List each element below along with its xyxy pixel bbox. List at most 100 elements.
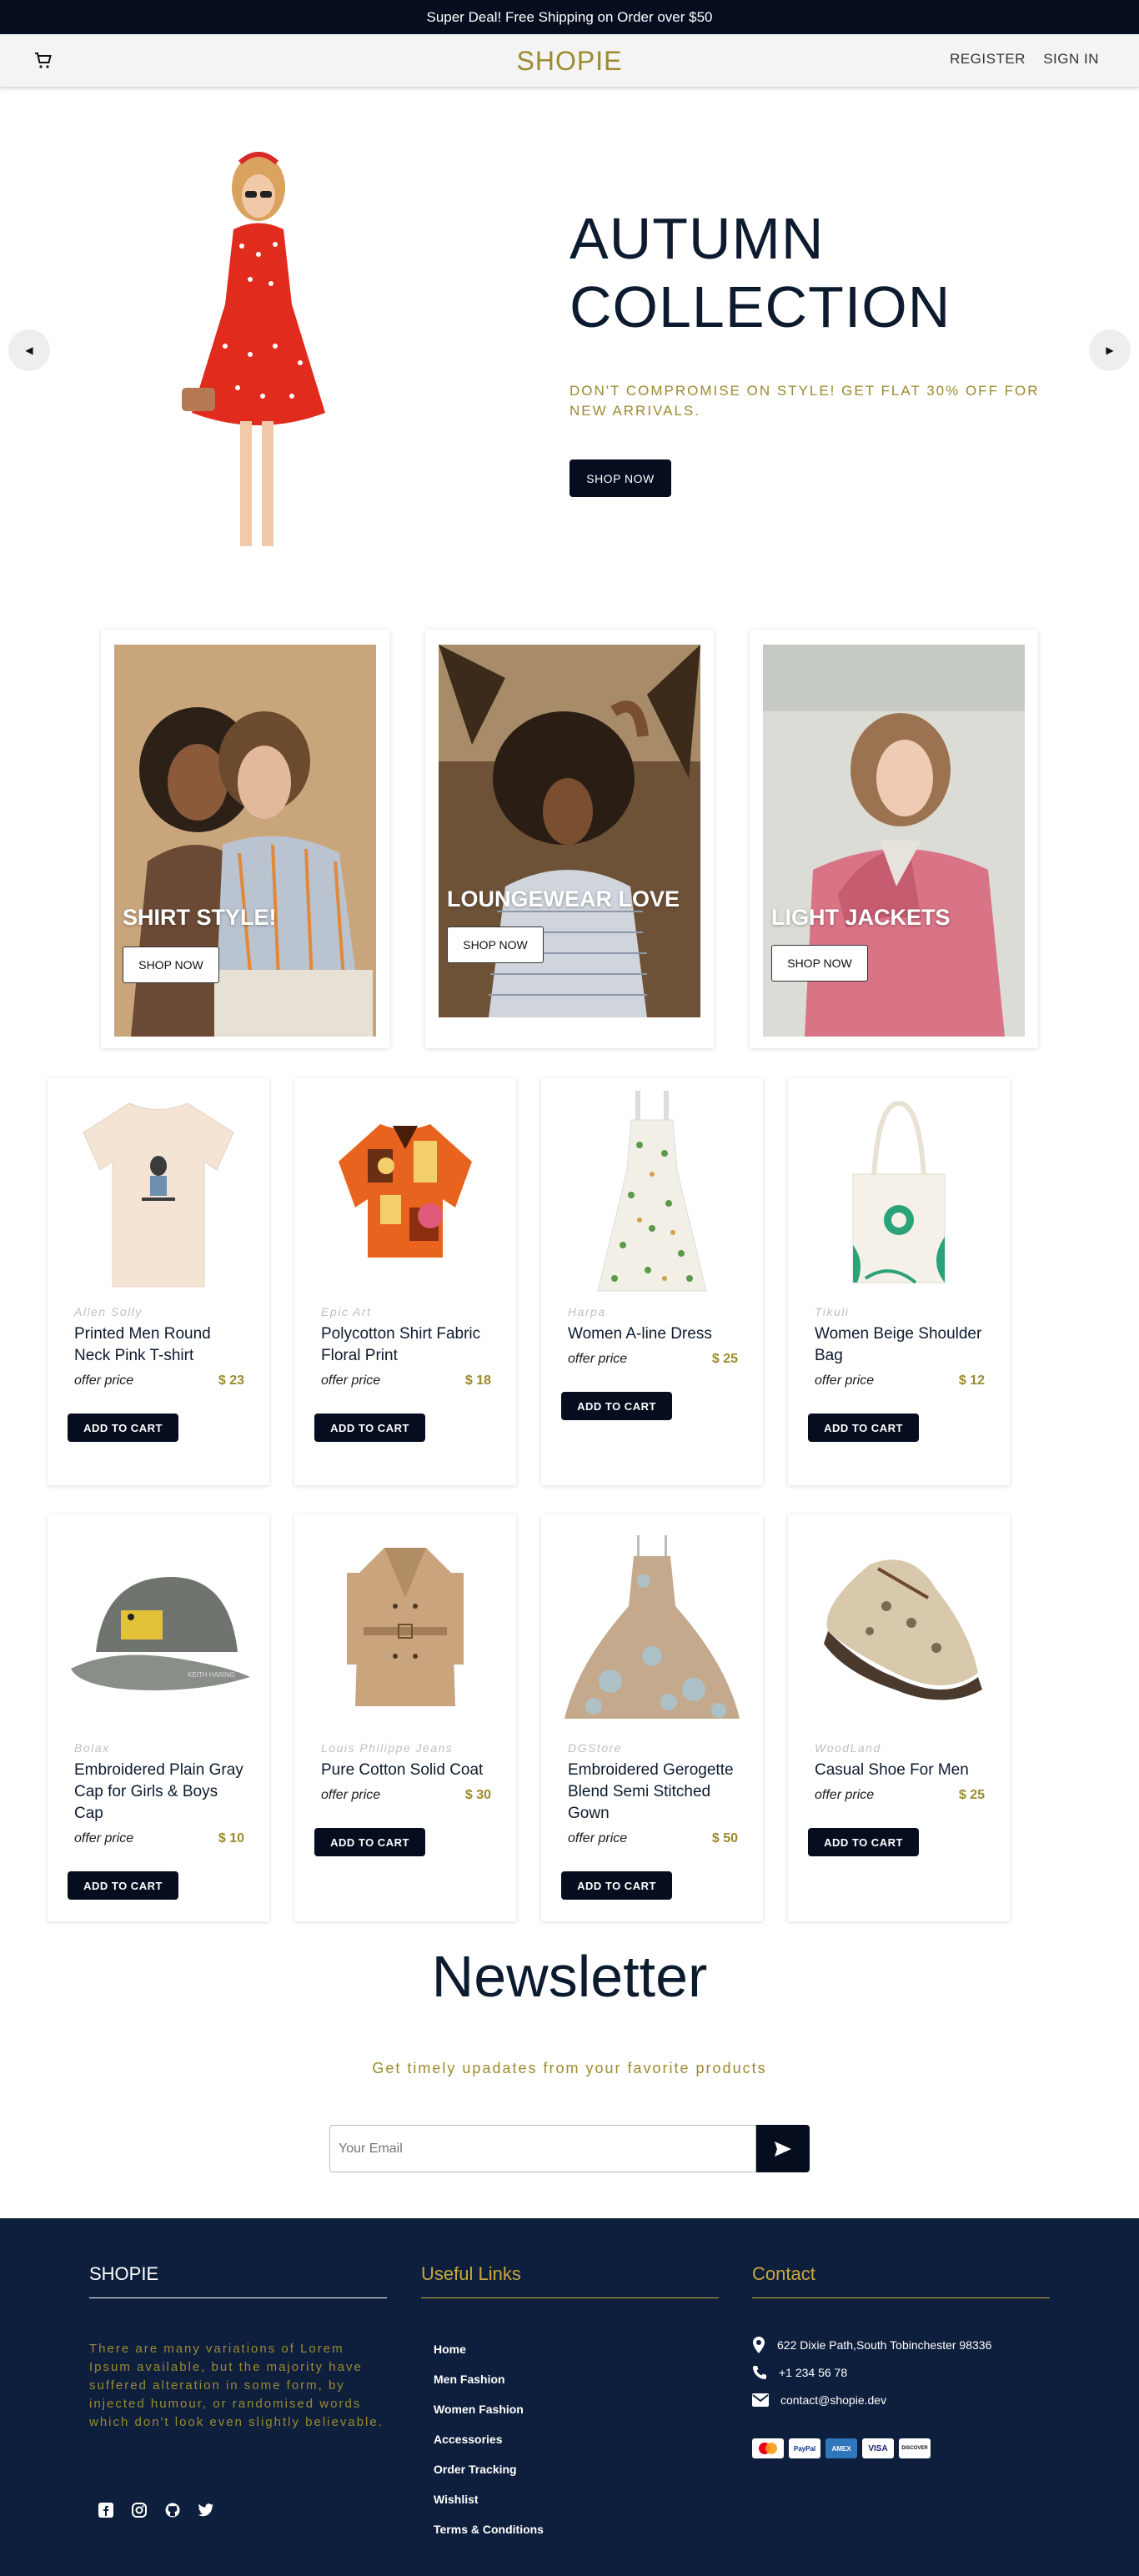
product-brand: Epic Art bbox=[321, 1305, 372, 1318]
offer-label: offer price bbox=[815, 1788, 875, 1802]
product-price: $ 12 bbox=[958, 1373, 985, 1388]
product-name[interactable]: Printed Men Round Neck Pink T-shirt bbox=[74, 1323, 249, 1367]
product-card[interactable]: Allen Solly Printed Men Round Neck Pink … bbox=[48, 1078, 269, 1485]
github-icon[interactable] bbox=[163, 2500, 183, 2520]
product-image bbox=[48, 1078, 269, 1303]
product-price: $ 25 bbox=[958, 1788, 985, 1802]
add-to-cart-button[interactable]: ADD TO CART bbox=[561, 1392, 672, 1420]
product-name[interactable]: Polycotton Shirt Fabric Floral Print bbox=[321, 1323, 496, 1367]
facebook-icon[interactable] bbox=[96, 2500, 116, 2520]
product-brand: Harpa bbox=[568, 1305, 606, 1318]
offer-label: offer price bbox=[321, 1373, 381, 1388]
bag-image bbox=[852, 1100, 946, 1284]
product-image bbox=[788, 1078, 1010, 1303]
footer-link-accessories[interactable]: Accessories bbox=[434, 2430, 544, 2460]
product-name[interactable]: Pure Cotton Solid Coat bbox=[321, 1760, 496, 1781]
product-card[interactable]: DGStore Embroidered Gerogette Blend Semi… bbox=[541, 1514, 763, 1921]
product-brand: WoodLand bbox=[815, 1741, 881, 1755]
useful-links-list: Home Men Fashion Women Fashion Accessori… bbox=[434, 2340, 544, 2550]
product-card[interactable]: Tikuli Women Beige Shoulder Bag offer pr… bbox=[788, 1078, 1010, 1485]
product-card[interactable]: Louis Philippe Jeans Pure Cotton Solid C… bbox=[294, 1514, 516, 1921]
footer-link-women-fashion[interactable]: Women Fashion bbox=[434, 2400, 544, 2430]
product-card[interactable]: Harpa Women A-line Dress offer price $ 2… bbox=[541, 1078, 763, 1485]
slider-next-button[interactable]: ▶ bbox=[1089, 329, 1131, 371]
product-image bbox=[294, 1078, 516, 1303]
tshirt-image bbox=[83, 1102, 234, 1288]
category-card[interactable]: SHIRT STYLE! SHOP NOW bbox=[101, 630, 389, 1048]
newsletter-subtitle: Get timely upadates from your favorite p… bbox=[372, 2060, 767, 2076]
gown-image bbox=[564, 1535, 740, 1719]
category-card[interactable]: LOUNGEWEAR LOVE SHOP NOW bbox=[425, 630, 714, 1048]
promo-text: Super Deal! Free Shipping on Order over … bbox=[426, 9, 713, 25]
paypal-icon: PayPal bbox=[789, 2438, 820, 2458]
useful-links-divider bbox=[421, 2297, 719, 2298]
footer-link-wishlist[interactable]: Wishlist bbox=[434, 2490, 544, 2520]
product-card[interactable]: WoodLand Casual Shoe For Men offer price… bbox=[788, 1514, 1010, 1921]
product-card[interactable]: Epic Art Polycotton Shirt Fabric Floral … bbox=[294, 1078, 516, 1485]
slider-prev-button[interactable]: ◀ bbox=[8, 329, 50, 371]
product-image: KEITH HARING bbox=[48, 1514, 269, 1740]
shirt-image bbox=[339, 1124, 472, 1258]
product-name[interactable]: Casual Shoe For Men bbox=[815, 1760, 990, 1781]
category-title: LIGHT JACKETS bbox=[771, 905, 951, 930]
add-to-cart-button[interactable]: ADD TO CART bbox=[808, 1828, 919, 1856]
address-text: 622 Dixie Path,South Tobinchester 98336 bbox=[777, 2338, 992, 2352]
footer-link-home[interactable]: Home bbox=[434, 2340, 544, 2370]
amex-icon: AMEX bbox=[825, 2438, 857, 2458]
email-input[interactable] bbox=[329, 2125, 756, 2172]
product-brand: Tikuli bbox=[815, 1305, 850, 1318]
cap-image: KEITH HARING bbox=[71, 1577, 250, 1690]
product-name[interactable]: Women A-line Dress bbox=[568, 1323, 743, 1345]
hero-shop-now-button[interactable]: SHOP NOW bbox=[570, 459, 671, 497]
product-name[interactable]: Embroidered Gerogette Blend Semi Stitche… bbox=[568, 1760, 743, 1825]
add-to-cart-button[interactable]: ADD TO CART bbox=[68, 1414, 178, 1442]
footer-link-terms[interactable]: Terms & Conditions bbox=[434, 2520, 544, 2550]
category-shop-now-button[interactable]: SHOP NOW bbox=[771, 945, 868, 982]
footer-link-men-fashion[interactable]: Men Fashion bbox=[434, 2370, 544, 2400]
contact-phone: +1 234 56 78 bbox=[752, 2365, 847, 2380]
category-title: SHIRT STYLE! bbox=[123, 905, 277, 930]
subscribe-button[interactable] bbox=[756, 2125, 810, 2172]
product-price: $ 10 bbox=[218, 1831, 244, 1845]
product-brand: Bolax bbox=[74, 1741, 110, 1755]
twitter-icon[interactable] bbox=[196, 2500, 216, 2520]
product-image bbox=[541, 1078, 763, 1303]
product-price: $ 25 bbox=[711, 1352, 738, 1366]
category-title: LOUNGEWEAR LOVE bbox=[447, 886, 680, 911]
dress-image bbox=[597, 1091, 707, 1292]
hero-title: AUTUMN COLLECTION bbox=[570, 204, 951, 341]
nav-links: REGISTER SIGN IN bbox=[936, 51, 1099, 68]
email-text: contact@shopie.dev bbox=[780, 2393, 887, 2407]
add-to-cart-button[interactable]: ADD TO CART bbox=[314, 1414, 425, 1442]
navbar: SHOPIE REGISTER SIGN IN bbox=[0, 34, 1139, 88]
category-shop-now-button[interactable]: SHOP NOW bbox=[123, 947, 219, 983]
signin-link[interactable]: SIGN IN bbox=[1043, 51, 1099, 67]
instagram-icon[interactable] bbox=[129, 2500, 149, 2520]
footer-about-text: There are many variations of Lorem Ipsum… bbox=[89, 2342, 384, 2429]
product-image bbox=[294, 1514, 516, 1740]
contact-email: contact@shopie.dev bbox=[752, 2393, 886, 2407]
product-name[interactable]: Embroidered Plain Gray Cap for Girls & B… bbox=[74, 1760, 249, 1825]
register-link[interactable]: REGISTER bbox=[950, 51, 1026, 67]
category-shop-now-button[interactable]: SHOP NOW bbox=[447, 926, 544, 963]
add-to-cart-button[interactable]: ADD TO CART bbox=[561, 1871, 672, 1900]
product-name[interactable]: Women Beige Shoulder Bag bbox=[815, 1323, 990, 1367]
offer-label: offer price bbox=[568, 1831, 628, 1845]
category-card[interactable]: LIGHT JACKETS SHOP NOW bbox=[750, 630, 1038, 1048]
mastercard-icon bbox=[752, 2438, 784, 2458]
hero-subtitle: DON'T COMPROMISE ON STYLE! GET FLAT 30% … bbox=[570, 383, 1040, 419]
newsletter-title: Newsletter bbox=[431, 1944, 708, 2009]
add-to-cart-button[interactable]: ADD TO CART bbox=[808, 1414, 919, 1442]
add-to-cart-button[interactable]: ADD TO CART bbox=[314, 1828, 425, 1856]
product-brand: Allen Solly bbox=[74, 1305, 143, 1318]
add-to-cart-button[interactable]: ADD TO CART bbox=[68, 1871, 178, 1900]
hero-title-line-1: AUTUMN bbox=[570, 206, 825, 271]
product-image bbox=[788, 1514, 1010, 1740]
product-image bbox=[541, 1514, 763, 1740]
product-price: $ 50 bbox=[711, 1831, 738, 1845]
contact-address: 622 Dixie Path,South Tobinchester 98336 bbox=[752, 2337, 991, 2353]
product-card[interactable]: KEITH HARING Bolax Embroidered Plain Gra… bbox=[48, 1514, 269, 1921]
offer-label: offer price bbox=[815, 1373, 875, 1388]
hero-title-line-2: COLLECTION bbox=[570, 274, 951, 339]
footer-link-order-tracking[interactable]: Order Tracking bbox=[434, 2460, 544, 2490]
